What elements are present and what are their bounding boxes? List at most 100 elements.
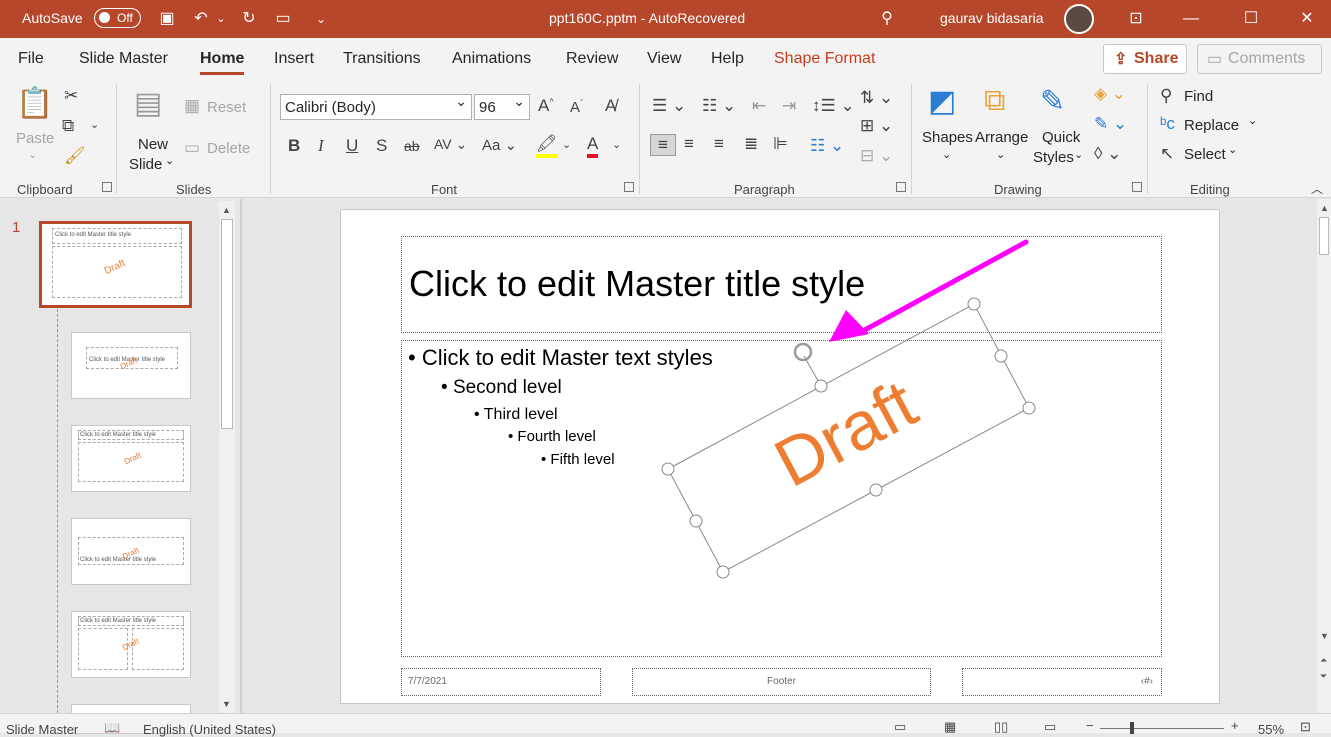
text-shadow-icon[interactable]: S bbox=[376, 136, 387, 156]
find-icon[interactable]: ⚲ bbox=[1160, 86, 1172, 106]
character-spacing-icon[interactable]: AV ⌄ bbox=[434, 136, 467, 153]
tab-animations[interactable]: Animations bbox=[452, 50, 531, 68]
decrease-indent-icon[interactable]: ⇤ bbox=[752, 96, 766, 116]
scroll-down-icon[interactable]: ▼ bbox=[222, 699, 231, 709]
align-right-icon[interactable]: ≡ bbox=[714, 134, 724, 154]
redo-icon[interactable]: ↻ bbox=[238, 9, 260, 29]
distributed-icon[interactable]: ⊫ bbox=[773, 134, 788, 154]
shapes-label[interactable]: Shapes bbox=[922, 129, 973, 146]
draft-watermark[interactable]: Draft bbox=[763, 365, 929, 501]
drawing-launcher-icon[interactable] bbox=[1132, 182, 1142, 192]
minimize-icon[interactable]: — bbox=[1180, 9, 1202, 29]
tab-transitions[interactable]: Transitions bbox=[343, 50, 421, 68]
align-left-icon[interactable]: ≡ bbox=[650, 134, 676, 156]
columns-icon[interactable]: ☷ ⌄ bbox=[810, 136, 844, 156]
thumbnail-layout-4[interactable]: Click to edit Master title style Draft bbox=[71, 611, 191, 678]
zoom-in-icon[interactable]: + bbox=[1231, 718, 1239, 733]
clipboard-launcher-icon[interactable] bbox=[102, 182, 112, 192]
paste-dropdown-icon[interactable]: ⌄ bbox=[28, 148, 37, 161]
shape-fill-icon[interactable]: ◈ ⌄ bbox=[1094, 84, 1126, 104]
scroll-down-icon[interactable]: ▼ bbox=[1320, 631, 1329, 641]
shapes-icon[interactable]: ◩ bbox=[928, 84, 956, 119]
font-size-select[interactable]: 96 bbox=[474, 93, 530, 120]
customize-qat-icon[interactable]: ⌄ bbox=[310, 9, 332, 29]
delete-button[interactable]: Delete bbox=[207, 140, 250, 157]
shapes-dropdown-icon[interactable]: ⌄ bbox=[942, 148, 951, 161]
undo-dropdown-icon[interactable]: ⌄ bbox=[214, 9, 228, 29]
quick-styles-icon[interactable]: ✎ bbox=[1040, 84, 1065, 119]
scroll-up-icon[interactable]: ▲ bbox=[222, 205, 231, 215]
paste-icon[interactable]: 📋 bbox=[16, 86, 53, 121]
tab-insert[interactable]: Insert bbox=[274, 50, 314, 68]
clear-formatting-icon[interactable]: A̸ bbox=[605, 96, 616, 116]
zoom-level[interactable]: 55% bbox=[1258, 722, 1284, 737]
arrange-dropdown-icon[interactable]: ⌄ bbox=[996, 148, 1005, 161]
cut-icon[interactable]: ✂ bbox=[64, 86, 78, 106]
italic-icon[interactable]: I bbox=[318, 136, 324, 156]
replace-dropdown-icon[interactable]: ⌄ bbox=[1248, 114, 1257, 127]
slide-canvas[interactable]: Click to edit Master title style • Click… bbox=[340, 209, 1220, 704]
arrange-label[interactable]: Arrange bbox=[975, 129, 1028, 146]
copy-dropdown-icon[interactable]: ⌄ bbox=[90, 118, 99, 131]
tab-shape-format[interactable]: Shape Format bbox=[774, 50, 875, 68]
paragraph-launcher-icon[interactable] bbox=[896, 182, 906, 192]
line-spacing-icon[interactable]: ↕☰ ⌄ bbox=[812, 96, 855, 116]
resize-handle[interactable] bbox=[994, 349, 1008, 363]
shape-effects-icon[interactable]: ◊ ⌄ bbox=[1094, 144, 1121, 164]
find-button[interactable]: Find bbox=[1184, 88, 1213, 105]
quick-styles-label-1[interactable]: Quick bbox=[1042, 129, 1080, 146]
zoom-slider[interactable] bbox=[1100, 728, 1224, 729]
new-slide-icon[interactable]: ▤ bbox=[134, 86, 162, 121]
highlight-dropdown-icon[interactable]: ⌄ bbox=[562, 138, 571, 151]
tab-review[interactable]: Review bbox=[566, 50, 618, 68]
arrange-icon[interactable]: ⧉ bbox=[984, 84, 1005, 118]
shape-outline-icon[interactable]: ✎ ⌄ bbox=[1094, 114, 1127, 134]
thumbnail-layout-2[interactable]: Click to edit Master title style Draft bbox=[71, 425, 191, 492]
select-dropdown-icon[interactable]: ⌄ bbox=[1228, 143, 1237, 156]
avatar[interactable] bbox=[1064, 4, 1094, 34]
zoom-out-icon[interactable]: − bbox=[1086, 718, 1094, 733]
autosave-toggle[interactable]: Off bbox=[94, 8, 141, 28]
new-slide-label-1[interactable]: New bbox=[138, 136, 168, 153]
font-family-select[interactable]: Calibri (Body) bbox=[280, 93, 472, 120]
paste-label[interactable]: Paste bbox=[16, 130, 54, 147]
tab-slide-master[interactable]: Slide Master bbox=[79, 50, 168, 68]
increase-font-size-icon[interactable]: A^ bbox=[538, 96, 554, 116]
scroll-thumb[interactable] bbox=[1319, 217, 1329, 255]
format-painter-icon[interactable]: 🖌 bbox=[64, 146, 86, 166]
copy-icon[interactable]: ⧉ bbox=[62, 116, 74, 136]
change-case-icon[interactable]: Aa ⌄ bbox=[482, 136, 517, 154]
bullets-icon[interactable]: ☰ ⌄ bbox=[652, 96, 686, 116]
undo-icon[interactable]: ↶ bbox=[190, 9, 212, 29]
resize-handle[interactable] bbox=[689, 514, 703, 528]
quick-styles-dropdown-icon[interactable]: ⌄ bbox=[1074, 148, 1083, 161]
resize-handle[interactable] bbox=[967, 297, 981, 311]
new-slide-label-2[interactable]: Slide bbox=[129, 156, 162, 173]
close-icon[interactable]: ✕ bbox=[1296, 9, 1318, 29]
collapse-ribbon-icon[interactable]: ︿ bbox=[1311, 180, 1323, 197]
replace-button[interactable]: Replace bbox=[1184, 117, 1239, 134]
decrease-font-size-icon[interactable]: Aˇ bbox=[570, 98, 583, 116]
resize-handle[interactable] bbox=[869, 483, 883, 497]
bold-icon[interactable]: B bbox=[288, 136, 300, 156]
tab-file[interactable]: File bbox=[18, 50, 44, 68]
align-center-icon[interactable]: ≡ bbox=[684, 134, 694, 154]
replace-icon[interactable]: ᵇc bbox=[1160, 114, 1175, 134]
tab-home[interactable]: Home bbox=[200, 50, 245, 75]
tab-help[interactable]: Help bbox=[711, 50, 744, 68]
font-color-dropdown-icon[interactable]: ⌄ bbox=[612, 138, 621, 151]
font-launcher-icon[interactable] bbox=[624, 182, 634, 192]
user-name[interactable]: gaurav bidasaria bbox=[940, 10, 1044, 26]
select-button[interactable]: Select bbox=[1184, 146, 1226, 163]
new-slide-dropdown-icon[interactable]: ⌄ bbox=[165, 154, 174, 167]
slide-scrollbar[interactable]: ▲ ▼ ⏶ ⏷ bbox=[1317, 199, 1331, 713]
save-icon[interactable]: ▣ bbox=[156, 9, 178, 29]
scroll-up-icon[interactable]: ▲ bbox=[1320, 203, 1329, 213]
comments-button[interactable]: ▭ Comments bbox=[1197, 44, 1322, 74]
justify-icon[interactable]: ≣ bbox=[744, 134, 758, 154]
zoom-slider-thumb[interactable] bbox=[1130, 722, 1134, 734]
reset-button[interactable]: Reset bbox=[207, 99, 246, 116]
rotate-handle-icon[interactable] bbox=[793, 342, 813, 362]
pane-divider[interactable] bbox=[240, 199, 242, 713]
proofing-icon[interactable]: 📖 bbox=[104, 720, 120, 736]
